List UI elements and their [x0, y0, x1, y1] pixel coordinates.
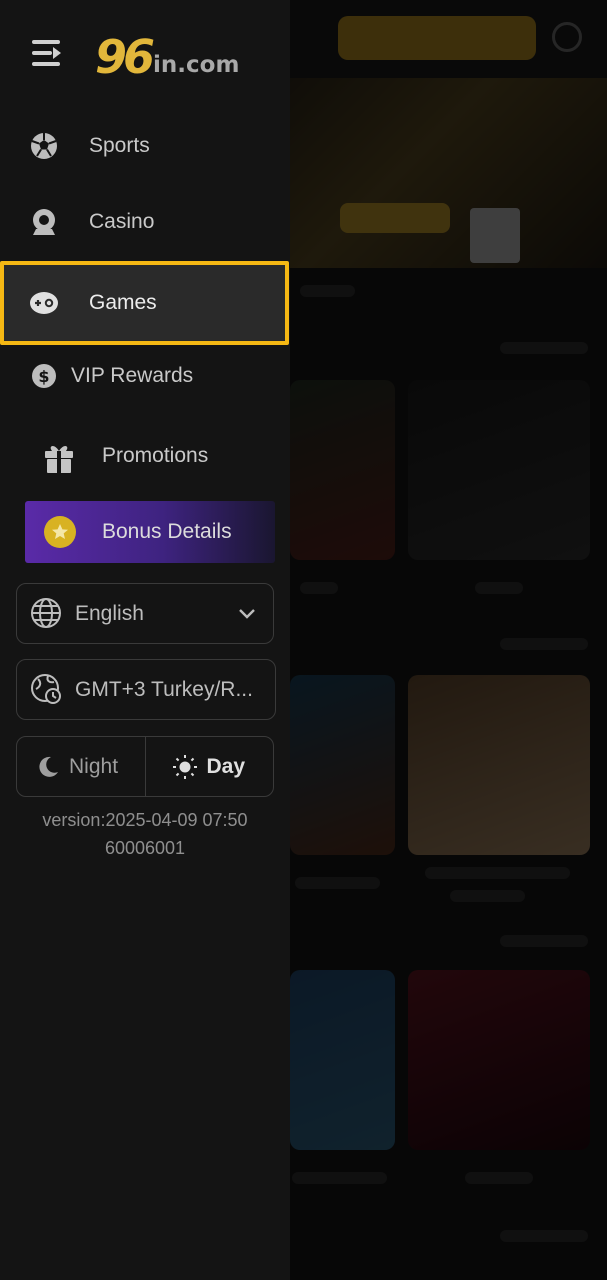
- nav-item-games[interactable]: Games: [0, 261, 289, 345]
- nav-label-games: Games: [89, 291, 157, 314]
- logo-number: 96: [95, 30, 155, 84]
- language-select[interactable]: English: [16, 583, 274, 644]
- theme-toggle: Night Day: [16, 736, 274, 797]
- nav-label-casino: Casino: [89, 210, 155, 233]
- globe-clock-icon: [30, 673, 64, 707]
- nav-label-vip-rewards: VIP Rewards: [71, 364, 194, 387]
- theme-night-label: Night: [69, 755, 119, 778]
- bonus-details-link[interactable]: Bonus Details: [25, 501, 275, 563]
- nav-item-sports[interactable]: Sports: [0, 108, 290, 184]
- bonus-details-label: Bonus Details: [102, 520, 232, 543]
- promotions-link[interactable]: Promotions: [25, 420, 265, 494]
- nav-item-vip-rewards[interactable]: $ VIP Rewards: [0, 338, 290, 414]
- globe-icon: [30, 597, 64, 631]
- soccer-ball-icon: [28, 130, 60, 162]
- theme-day-label: Day: [206, 755, 246, 778]
- language-value: English: [75, 602, 144, 625]
- site-logo[interactable]: 96 in.com: [95, 30, 239, 80]
- menu-collapse-icon[interactable]: [30, 38, 64, 70]
- timezone-select[interactable]: GMT+3 Turkey/R...: [16, 659, 276, 720]
- moon-icon: [35, 754, 61, 780]
- gamepad-icon: [28, 287, 60, 319]
- gift-icon: [42, 441, 76, 475]
- casino-chip-icon: [28, 206, 60, 238]
- svg-text:$: $: [38, 367, 49, 386]
- star-coin-icon: [44, 516, 76, 548]
- version-info: version:2025-04-09 07:50 60006001: [0, 806, 290, 862]
- sun-icon: [172, 754, 198, 780]
- nav-label-sports: Sports: [89, 134, 150, 157]
- version-line-1: version:2025-04-09 07:50: [42, 810, 248, 830]
- dollar-coin-icon: $: [28, 360, 60, 392]
- version-line-2: 60006001: [104, 838, 186, 858]
- promotions-label: Promotions: [102, 444, 209, 467]
- logo-domain: in.com: [153, 52, 240, 78]
- theme-day-option[interactable]: Day: [144, 737, 274, 796]
- chevron-down-icon: [237, 604, 257, 624]
- theme-night-option[interactable]: Night: [17, 737, 145, 796]
- nav-item-casino[interactable]: Casino: [0, 184, 290, 260]
- timezone-value: GMT+3 Turkey/R...: [75, 678, 253, 701]
- side-drawer: 96 in.com Sports Casino Games $ VIP Rewa…: [0, 0, 290, 1280]
- drawer-header: 96 in.com: [0, 0, 290, 105]
